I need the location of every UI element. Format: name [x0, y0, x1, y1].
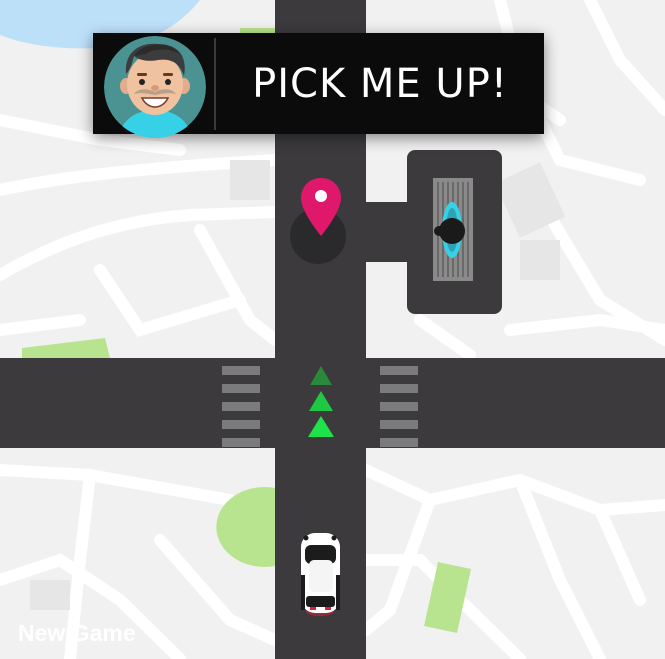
pickup-request-banner: PICK ME UP! [93, 33, 544, 138]
banner-divider [214, 38, 216, 130]
up-arrow-icon [309, 391, 333, 411]
pickup-request-message: PICK ME UP! [252, 60, 508, 107]
up-arrow-icon [310, 366, 332, 385]
up-arrow-icon [308, 416, 334, 437]
map-pin-icon[interactable] [290, 178, 346, 264]
passenger-icon[interactable] [433, 178, 473, 281]
car-icon[interactable] [301, 533, 340, 616]
smiling-man-avatar-icon [104, 36, 206, 138]
new-game-button[interactable]: New Game [18, 620, 136, 647]
